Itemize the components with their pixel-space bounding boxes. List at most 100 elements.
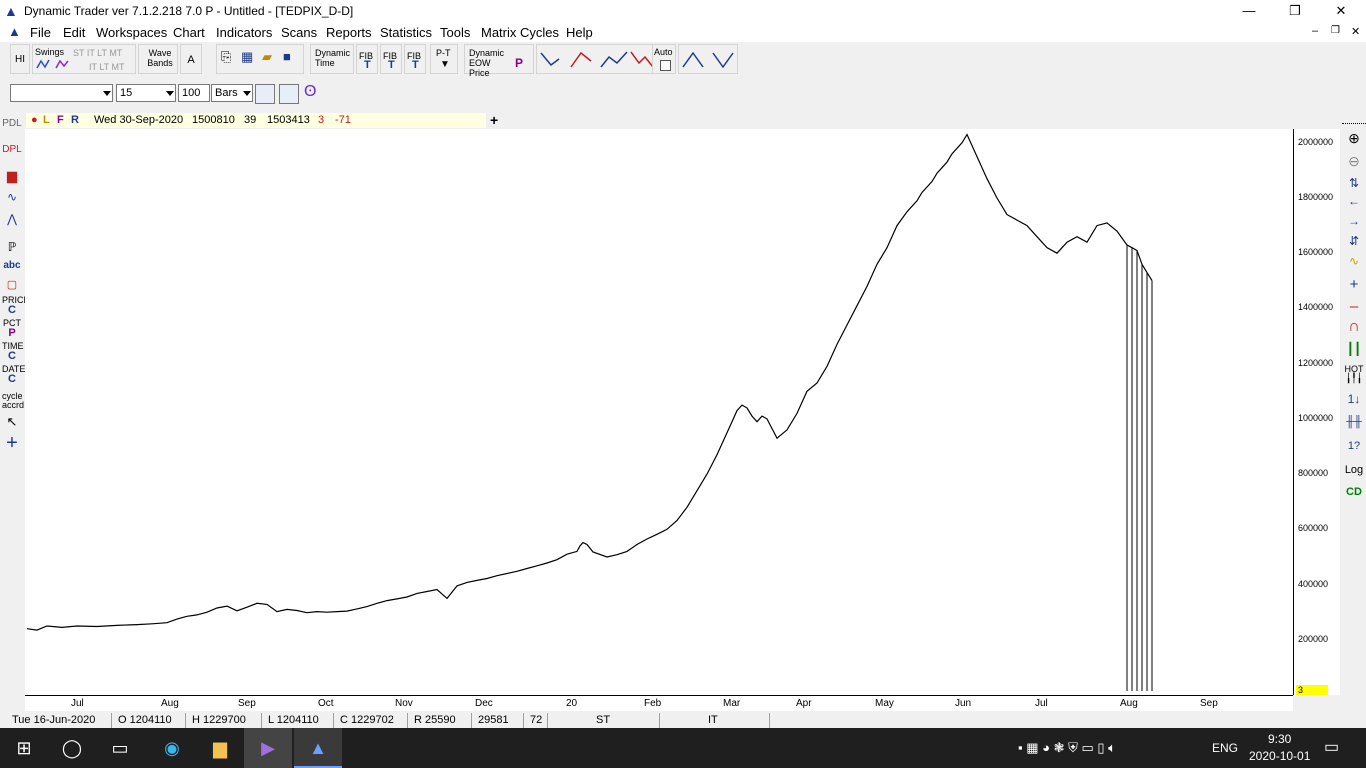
- cycle-icon[interactable]: ʘ: [304, 83, 316, 101]
- x-tick-label: Nov: [395, 698, 413, 709]
- fib-button-3[interactable]: FIB T: [404, 44, 426, 74]
- zoom-chart-icon[interactable]: [279, 84, 299, 104]
- zigzag-icons[interactable]: [681, 49, 737, 71]
- mdi-minimize-button[interactable]: –: [1312, 25, 1318, 37]
- info-f[interactable]: F: [57, 114, 64, 126]
- accrd-label[interactable]: accrd: [2, 400, 24, 410]
- dynamic-eow-button[interactable]: Dynamic EOW Price P: [464, 44, 534, 78]
- bar-chart-icon[interactable]: [255, 84, 275, 104]
- scroll-right-icon[interactable]: →: [1343, 214, 1365, 228]
- restore-button[interactable]: ❐: [1272, 0, 1318, 22]
- period-select[interactable]: 15: [116, 84, 176, 102]
- file-buttons: ⎘ ▦ ▰ ■: [216, 44, 304, 74]
- minimize-button[interactable]: —: [1226, 0, 1272, 22]
- wave-icon[interactable]: ∿: [1343, 254, 1365, 268]
- fib-button-2[interactable]: FIB T: [380, 44, 402, 74]
- calc-icon[interactable]: ▦: [241, 50, 253, 63]
- resize-handle[interactable]: [1342, 113, 1366, 124]
- menu-file[interactable]: File: [30, 25, 51, 40]
- symbol-select[interactable]: [10, 84, 113, 102]
- price-c-button[interactable]: C: [2, 304, 22, 316]
- price-chart-svg[interactable]: [25, 129, 1293, 695]
- fib-button-1[interactable]: FIB T: [356, 44, 378, 74]
- ohlc-icon[interactable]: ╫╫: [1343, 416, 1365, 428]
- language-indicator[interactable]: ENG: [1212, 741, 1238, 755]
- menu-reports[interactable]: Reports: [326, 25, 372, 40]
- menu-tools[interactable]: Tools: [440, 25, 470, 40]
- help-count-icon[interactable]: 1?: [1343, 440, 1365, 452]
- notification-icon[interactable]: ▭: [1324, 737, 1339, 757]
- auto-toggle[interactable]: Auto: [652, 44, 676, 74]
- menu-help[interactable]: Help: [566, 25, 593, 40]
- dynamic-trader-icon[interactable]: ▲: [294, 728, 342, 768]
- clock-time[interactable]: 9:30: [1268, 732, 1291, 746]
- swings-st-label[interactable]: ST IT LT MT: [73, 48, 122, 58]
- p-marker-icon[interactable]: ℙ: [2, 240, 22, 254]
- minus-icon[interactable]: –: [1343, 298, 1365, 315]
- menu-indicators[interactable]: Indicators: [216, 25, 272, 40]
- hi-button[interactable]: HI: [10, 44, 30, 74]
- search-icon[interactable]: ◯: [48, 728, 96, 768]
- menu-scans[interactable]: Scans: [281, 25, 317, 40]
- date-c-button[interactable]: C: [2, 373, 22, 385]
- file-explorer-icon[interactable]: ▆: [196, 728, 244, 768]
- open-folder-icon[interactable]: ▰: [262, 50, 272, 63]
- task-view-icon[interactable]: ▭: [96, 728, 144, 768]
- a-button[interactable]: A: [180, 44, 202, 74]
- plus-icon[interactable]: +: [1343, 276, 1365, 293]
- start-icon[interactable]: ⊞: [0, 728, 48, 768]
- scale-up-icon[interactable]: ⇅: [1343, 176, 1365, 190]
- mdi-restore-button[interactable]: ❐: [1331, 25, 1340, 36]
- crosshair-icon[interactable]: +: [2, 432, 22, 455]
- info-l[interactable]: L: [43, 114, 50, 126]
- pdl-button[interactable]: PDL: [2, 118, 22, 129]
- clock-date[interactable]: 2020-10-01: [1249, 749, 1310, 763]
- swings-label: Swings: [35, 47, 65, 57]
- swings-it-label[interactable]: IT LT MT: [89, 62, 125, 72]
- cd-button[interactable]: CD: [1343, 486, 1365, 498]
- chevron-down-icon: [103, 91, 111, 96]
- x-tick-label: Jul: [71, 698, 84, 709]
- price-chart[interactable]: [25, 129, 1293, 695]
- zoom-in-icon[interactable]: ⊕: [1343, 130, 1365, 147]
- pct-p-button[interactable]: P: [2, 327, 22, 339]
- auto-checkbox[interactable]: [660, 60, 671, 71]
- dpl-button[interactable]: DPL: [2, 144, 22, 155]
- info-r[interactable]: R: [71, 114, 79, 126]
- visual-studio-icon[interactable]: ▶: [244, 728, 292, 768]
- zoom-out-icon[interactable]: ⊖: [1343, 153, 1365, 170]
- bar-count-icon[interactable]: 1↓: [1343, 392, 1365, 406]
- swings-icon[interactable]: [36, 58, 70, 70]
- edge-icon[interactable]: ◉: [148, 728, 196, 768]
- copy-icon[interactable]: ⎘: [221, 50, 231, 63]
- menu-chart[interactable]: Chart: [173, 25, 205, 40]
- pt-button[interactable]: P-T ▼: [430, 44, 458, 74]
- bars-count-input[interactable]: 100: [178, 84, 210, 102]
- pattern-icons[interactable]: [539, 49, 655, 71]
- save-icon[interactable]: ■: [283, 50, 291, 63]
- compress-icon[interactable]: ⇵: [1343, 234, 1365, 248]
- log-button[interactable]: Log: [1343, 464, 1365, 476]
- menu-statistics[interactable]: Statistics: [380, 25, 432, 40]
- close-button[interactable]: ✕: [1318, 0, 1364, 22]
- green-bars-icon[interactable]: ┃┃: [1343, 342, 1365, 356]
- wave-bands-button[interactable]: Wave Bands: [138, 44, 178, 74]
- dynamic-time-button[interactable]: Dynamic Time: [310, 44, 354, 74]
- toolbox-icon[interactable]: ▆: [2, 168, 22, 184]
- scroll-left-icon[interactable]: ←: [1343, 194, 1365, 208]
- menu-workspaces[interactable]: Workspaces: [96, 25, 167, 40]
- time-c-button[interactable]: C: [2, 350, 22, 362]
- bars-unit-select[interactable]: Bars: [211, 84, 253, 102]
- magnet-icon[interactable]: ∩: [1343, 318, 1365, 336]
- x-tick-label: Sep: [1200, 698, 1218, 709]
- record-dot-icon[interactable]: ●: [31, 114, 38, 126]
- abc-button[interactable]: abc: [2, 260, 22, 271]
- rectangle-icon[interactable]: ▢: [2, 278, 22, 291]
- wave-icon[interactable]: ∿: [2, 190, 22, 204]
- menu-edit[interactable]: Edit: [63, 25, 85, 40]
- menu-matrix-cycles[interactable]: Matrix Cycles: [481, 25, 559, 40]
- zigzag-icon[interactable]: ⋀: [2, 212, 22, 226]
- mdi-close-button[interactable]: ✕: [1351, 25, 1360, 38]
- pointer-icon[interactable]: ↖: [2, 414, 22, 430]
- tray-icons[interactable]: ▪ ▦ ◕ ❃ ⛨ ▭ ▯ 🔈︎: [1018, 740, 1116, 756]
